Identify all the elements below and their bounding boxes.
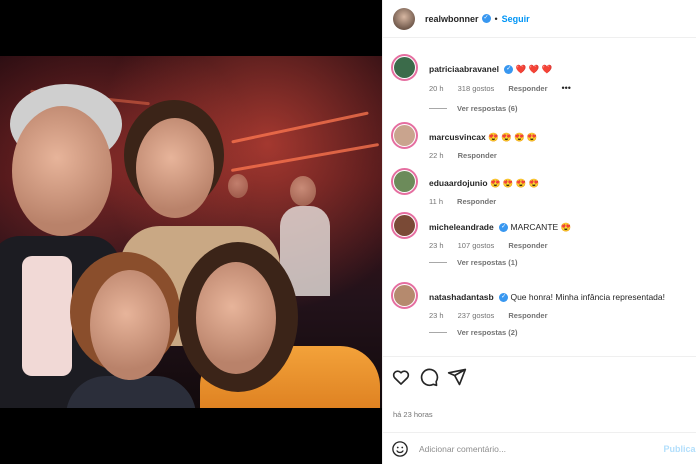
publish-comment-button[interactable]: Publicar <box>663 444 696 454</box>
stage-light <box>230 142 380 173</box>
comment-text: MARCANTE 😍 <box>510 222 572 232</box>
comment-text: 😍 😍 😍 😍 <box>488 132 538 142</box>
stage-light <box>231 111 369 144</box>
post-side-panel: realwbonner ✓ • Seguir patriciaabravanel… <box>382 0 696 464</box>
commenter-avatar[interactable] <box>391 168 418 195</box>
comment-time: 20 h <box>429 84 444 93</box>
replies-line <box>429 332 447 333</box>
face <box>136 118 214 218</box>
comment-time: 11 h <box>429 197 444 206</box>
verified-badge-icon: ✓ <box>504 65 514 75</box>
comments-list[interactable]: patriciaabravanel ✓ ❤️ ❤️ ❤️ 20 h 318 gos… <box>383 48 696 356</box>
share-icon[interactable] <box>447 367 467 387</box>
view-replies-button[interactable]: Ver respostas (6) <box>429 104 517 113</box>
comment-likes[interactable]: 107 gostos <box>458 241 495 250</box>
post-timestamp: há 23 horas <box>393 410 433 419</box>
commenter-username[interactable]: marcusvincax <box>429 132 486 142</box>
face <box>12 106 112 236</box>
reply-button[interactable]: Responder <box>508 311 547 320</box>
comment-time: 23 h <box>429 311 444 320</box>
comment-text: ❤️ ❤️ ❤️ <box>515 64 553 74</box>
person-woman <box>66 376 196 408</box>
view-replies-button[interactable]: Ver respostas (1) <box>429 258 517 267</box>
commenter-username[interactable]: natashadantasb <box>429 292 494 302</box>
comment-time: 22 h <box>429 151 444 160</box>
reply-button[interactable]: Responder <box>508 241 547 250</box>
reply-button[interactable]: Responder <box>458 151 497 160</box>
comment-text: Que honra! Minha infância representada! <box>510 292 665 302</box>
comment-likes[interactable]: 237 gostos <box>458 311 495 320</box>
shirt <box>22 256 72 376</box>
verified-badge-icon: ✓ <box>499 223 509 233</box>
verified-badge-icon: ✓ <box>499 293 509 303</box>
separator-dot: • <box>494 13 498 24</box>
commenter-avatar[interactable] <box>391 282 418 309</box>
post-header: realwbonner ✓ • Seguir <box>383 0 696 38</box>
author-avatar[interactable] <box>393 7 415 30</box>
face <box>90 270 170 380</box>
view-replies-label: Ver respostas (6) <box>457 104 518 113</box>
commenter-username[interactable]: patriciaabravanel <box>429 64 499 74</box>
reply-button[interactable]: Responder <box>457 197 496 206</box>
comment-text: 😍 😍 😍 😍 <box>489 178 540 188</box>
replies-line <box>429 262 447 263</box>
face <box>196 262 276 374</box>
background-person <box>228 174 248 198</box>
post-actions <box>383 356 696 396</box>
commenter-avatar[interactable] <box>391 54 418 81</box>
post-photo-pane <box>0 0 382 464</box>
comment-likes[interactable]: 318 gostos <box>458 84 495 93</box>
background-person <box>290 176 316 206</box>
reply-button[interactable]: Responder <box>508 84 547 93</box>
follow-button[interactable]: Seguir <box>502 14 530 24</box>
add-comment-bar: Publicar <box>383 432 696 464</box>
add-comment-input[interactable] <box>419 443 659 454</box>
heart-icon[interactable] <box>391 367 411 387</box>
commenter-username[interactable]: eduaardojunio <box>429 178 488 188</box>
comment-time: 23 h <box>429 241 444 250</box>
verified-badge-icon: ✓ <box>481 14 491 23</box>
view-replies-label: Ver respostas (2) <box>457 328 518 337</box>
emoji-icon[interactable] <box>391 440 409 458</box>
commenter-username[interactable]: micheleandrade <box>429 222 494 232</box>
view-replies-label: Ver respostas (1) <box>457 258 518 267</box>
more-options-icon[interactable]: ••• <box>562 83 571 93</box>
view-replies-button[interactable]: Ver respostas (2) <box>429 328 517 337</box>
replies-line <box>429 108 447 109</box>
commenter-avatar[interactable] <box>391 212 418 239</box>
commenter-avatar[interactable] <box>391 122 418 149</box>
post-photo[interactable] <box>0 56 382 408</box>
author-username[interactable]: realwbonner <box>425 14 479 24</box>
comment-icon[interactable] <box>419 367 439 387</box>
